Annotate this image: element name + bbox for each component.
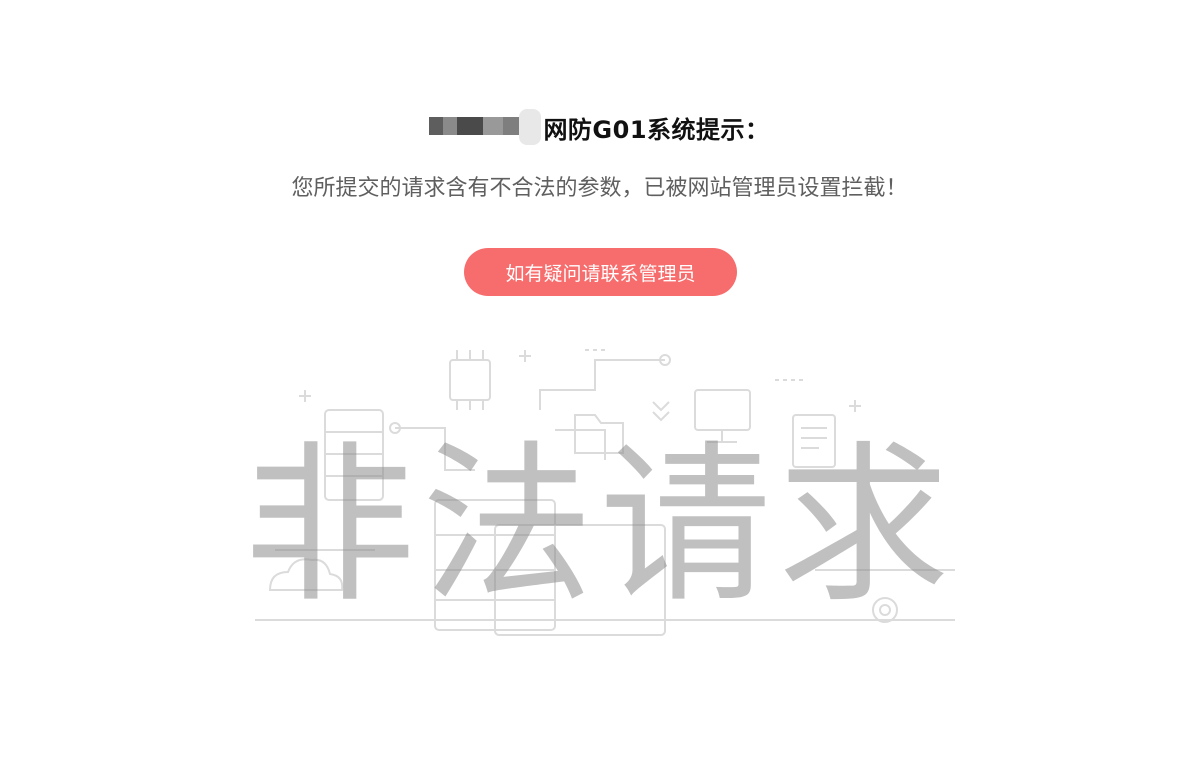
page-title: 网防G01系统提示： (543, 115, 770, 144)
illegal-request-banner: 非法请求 (243, 425, 956, 626)
contact-admin-button[interactable]: 如有疑问请联系管理员 (464, 248, 737, 296)
redacted-logo-text (429, 107, 542, 147)
title-row: 网防G01系统提示： (0, 105, 1199, 149)
error-page: 网防G01系统提示： 您所提交的请求含有不合法的参数，已被网站管理员设置拦截！ … (0, 0, 1199, 761)
block-message: 您所提交的请求含有不合法的参数，已被网站管理员设置拦截！ (291, 176, 908, 201)
